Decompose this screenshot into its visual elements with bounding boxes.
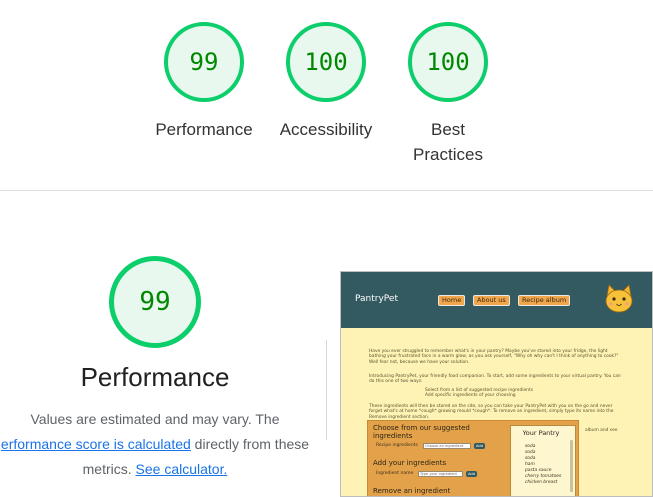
thumb-bullet-2: Add specific ingredients of your choosin… [425, 393, 516, 399]
performance-detail-gauge: 99 [109, 256, 201, 348]
thumb-intro-2: Introducing PantryPet, your friendly foo… [369, 374, 621, 385]
best-practices-label[interactable]: Best Practices [378, 117, 518, 167]
thumb-add-heading: Add your ingredients [373, 459, 447, 467]
best-practices-score-value: 100 [426, 48, 470, 76]
calculator-link[interactable]: See calculator. [136, 461, 228, 477]
thumb-pantry-item: ham [525, 462, 535, 467]
best-practices-label-line2: Practices [413, 145, 483, 164]
thumb-pantry-item: cherry tomatoes [525, 474, 562, 479]
performance-score-value: 99 [189, 48, 219, 76]
thumb-bullet-list: Select from a list of suggested recipe i… [425, 388, 533, 399]
thumb-remove-heading: Remove an ingredient [373, 487, 451, 495]
thumb-nav-home: Home [438, 295, 466, 306]
thumb-ingredient-label: Ingredient name [376, 471, 414, 476]
accessibility-label[interactable]: Accessibility [256, 117, 396, 142]
thumb-nav-recipe-album: Recipe album [518, 295, 571, 306]
estimate-note-prefix: metrics. [82, 461, 136, 477]
performance-title: Performance [80, 362, 230, 392]
final-screenshot-thumbnail[interactable]: PantryPet Home About us Recipe album Hav… [340, 271, 653, 497]
thumb-pantry-item: soda [525, 456, 536, 461]
detail-vertical-divider [326, 340, 327, 440]
thumb-recipe-add-button: Add [474, 443, 485, 449]
thumb-pantry-item: pasta sauce [525, 468, 552, 473]
thumb-side-text: album and see [585, 428, 618, 433]
thumb-ingredient-panel: Choose from our suggested ingredients Re… [367, 420, 579, 496]
thumb-intro-3: These ingredients will then be stored on… [369, 404, 614, 420]
performance-score-link[interactable]: erformance score is calculated [1, 436, 191, 452]
best-practices-score-gauge[interactable]: 100 [408, 22, 488, 102]
estimate-note-line3: metrics. See calculator. [0, 461, 330, 477]
performance-detail-value: 99 [139, 287, 171, 317]
performance-label[interactable]: Performance [134, 117, 274, 142]
thumb-pantry-title: Your Pantry [522, 429, 560, 437]
thumb-ingredient-add-button: Add [466, 471, 477, 477]
best-practices-label-line1: Best [430, 120, 466, 139]
estimate-note-line1: Values are estimated and may vary. The [30, 411, 280, 427]
thumb-ingredient-input: Type your ingredient [418, 471, 463, 477]
cat-logo-icon [605, 284, 633, 313]
thumb-pantry-scrollbar [570, 440, 573, 492]
estimate-note-rest: directly from these [190, 436, 310, 452]
thumb-pantry-item: chicken breast [525, 480, 558, 485]
thumb-choose-heading: Choose from our suggested ingredients [373, 424, 470, 440]
accessibility-score-value: 100 [304, 48, 348, 76]
thumb-pantry-item: soda [525, 444, 536, 449]
thumb-recipe-label: Recipe ingredients [376, 443, 418, 448]
accessibility-score-gauge[interactable]: 100 [286, 22, 366, 102]
section-divider [0, 190, 653, 191]
thumb-recipe-select: Choose an ingredient [423, 443, 471, 449]
performance-score-gauge[interactable]: 99 [164, 22, 244, 102]
thumb-recipe-row: Recipe ingredients [376, 443, 418, 448]
estimate-note-line2: erformance score is calculated directly … [0, 436, 330, 452]
thumb-pantry-box: Your Pantry soda soda soda ham pasta sau… [510, 425, 576, 496]
thumb-intro-1: Have you ever struggled to remember what… [369, 349, 619, 365]
thumb-navbar: PantryPet Home About us Recipe album [341, 272, 652, 328]
thumb-pantry-item: soda [525, 450, 536, 455]
thumb-ingredient-row: Ingredient name [376, 471, 413, 476]
thumb-brand: PantryPet [355, 294, 398, 304]
thumb-nav-about: About us [473, 295, 510, 306]
